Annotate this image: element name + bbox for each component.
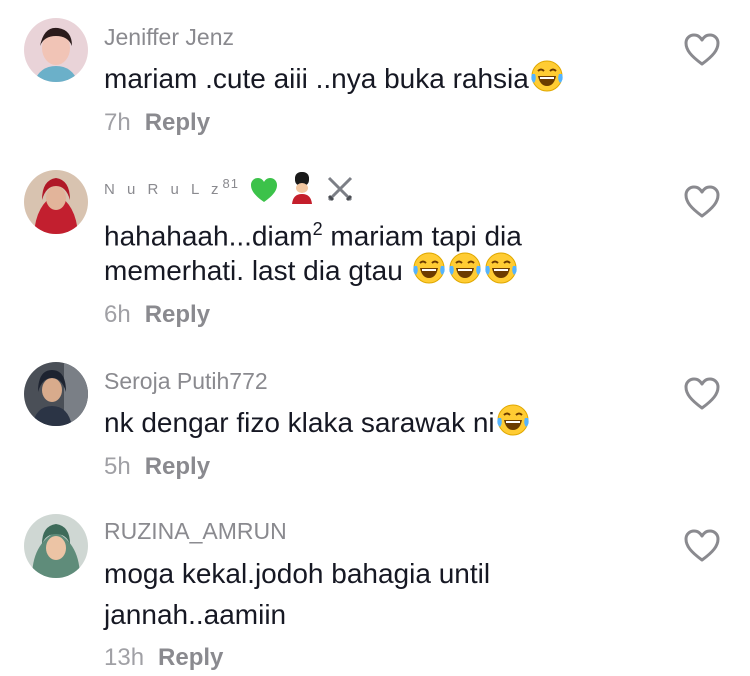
reply-button[interactable]: Reply bbox=[145, 453, 210, 480]
green-heart-emoji bbox=[249, 176, 279, 208]
comment-username[interactable]: Jeniffer Jenz bbox=[104, 24, 234, 51]
comment-text-line: memerhati. last dia gtau bbox=[104, 255, 411, 286]
face-with-tears-of-joy-emoji bbox=[495, 402, 531, 438]
heart-outline-icon[interactable] bbox=[683, 376, 721, 412]
avatar[interactable] bbox=[24, 170, 88, 234]
comment-text: moga kekal.jodoh bahagia until bbox=[104, 553, 490, 595]
comment-text-line: hahahaah...diam bbox=[104, 220, 313, 252]
comment-text-line: moga kekal.jodoh bahagia until bbox=[104, 558, 491, 589]
comment-text-line: jannah..aamiin bbox=[104, 599, 287, 630]
comment-text: nk dengar fizo klaka sarawak ni bbox=[104, 402, 531, 444]
comment-username[interactable]: Seroja Putih772 bbox=[104, 368, 268, 395]
comment-meta: 13h Reply bbox=[104, 644, 223, 672]
heart-outline-icon[interactable] bbox=[683, 528, 721, 564]
crossed-swords-emoji bbox=[325, 174, 355, 208]
avatar[interactable] bbox=[24, 362, 88, 426]
heart-outline-icon[interactable] bbox=[683, 32, 721, 68]
comment-meta: 6h Reply bbox=[104, 301, 210, 329]
comment-text: mariam .cute aiii ..nya buka rahsia bbox=[104, 58, 565, 100]
reply-button[interactable]: Reply bbox=[145, 109, 210, 136]
reply-button[interactable]: Reply bbox=[145, 301, 210, 328]
face-with-tears-of-joy-emoji bbox=[483, 250, 519, 286]
guardsman-emoji bbox=[289, 172, 315, 208]
comment-text-line: mariam .cute aiii ..nya buka rahsia bbox=[104, 63, 529, 94]
comment-time: 6h bbox=[104, 301, 131, 328]
comment-text: memerhati. last dia gtau bbox=[104, 250, 519, 292]
heart-outline-icon[interactable] bbox=[683, 184, 721, 220]
comment-text-superscript: 2 bbox=[312, 219, 323, 239]
face-with-tears-of-joy-emoji bbox=[447, 250, 483, 286]
comment-time: 13h bbox=[104, 644, 145, 671]
username-text: N u R u L z bbox=[104, 181, 223, 198]
comment-meta: 5h Reply bbox=[104, 453, 210, 481]
comment-username[interactable]: N u R u L z81 bbox=[104, 172, 355, 208]
reply-button[interactable]: Reply bbox=[158, 644, 223, 671]
comment-text-line: mariam tapi dia bbox=[322, 220, 522, 252]
comment-time: 5h bbox=[104, 453, 131, 480]
comment-username[interactable]: RUZINA_AMRUN bbox=[104, 518, 287, 545]
comment-meta: 7h Reply bbox=[104, 109, 210, 137]
face-with-tears-of-joy-emoji bbox=[529, 58, 565, 94]
comment-time: 7h bbox=[104, 109, 131, 136]
avatar[interactable] bbox=[24, 18, 88, 82]
face-with-tears-of-joy-emoji bbox=[411, 250, 447, 286]
username-superscript: 81 bbox=[222, 176, 239, 191]
comment-text-line: nk dengar fizo klaka sarawak ni bbox=[104, 407, 495, 438]
comment-text: jannah..aamiin bbox=[104, 594, 286, 636]
avatar[interactable] bbox=[24, 514, 88, 578]
